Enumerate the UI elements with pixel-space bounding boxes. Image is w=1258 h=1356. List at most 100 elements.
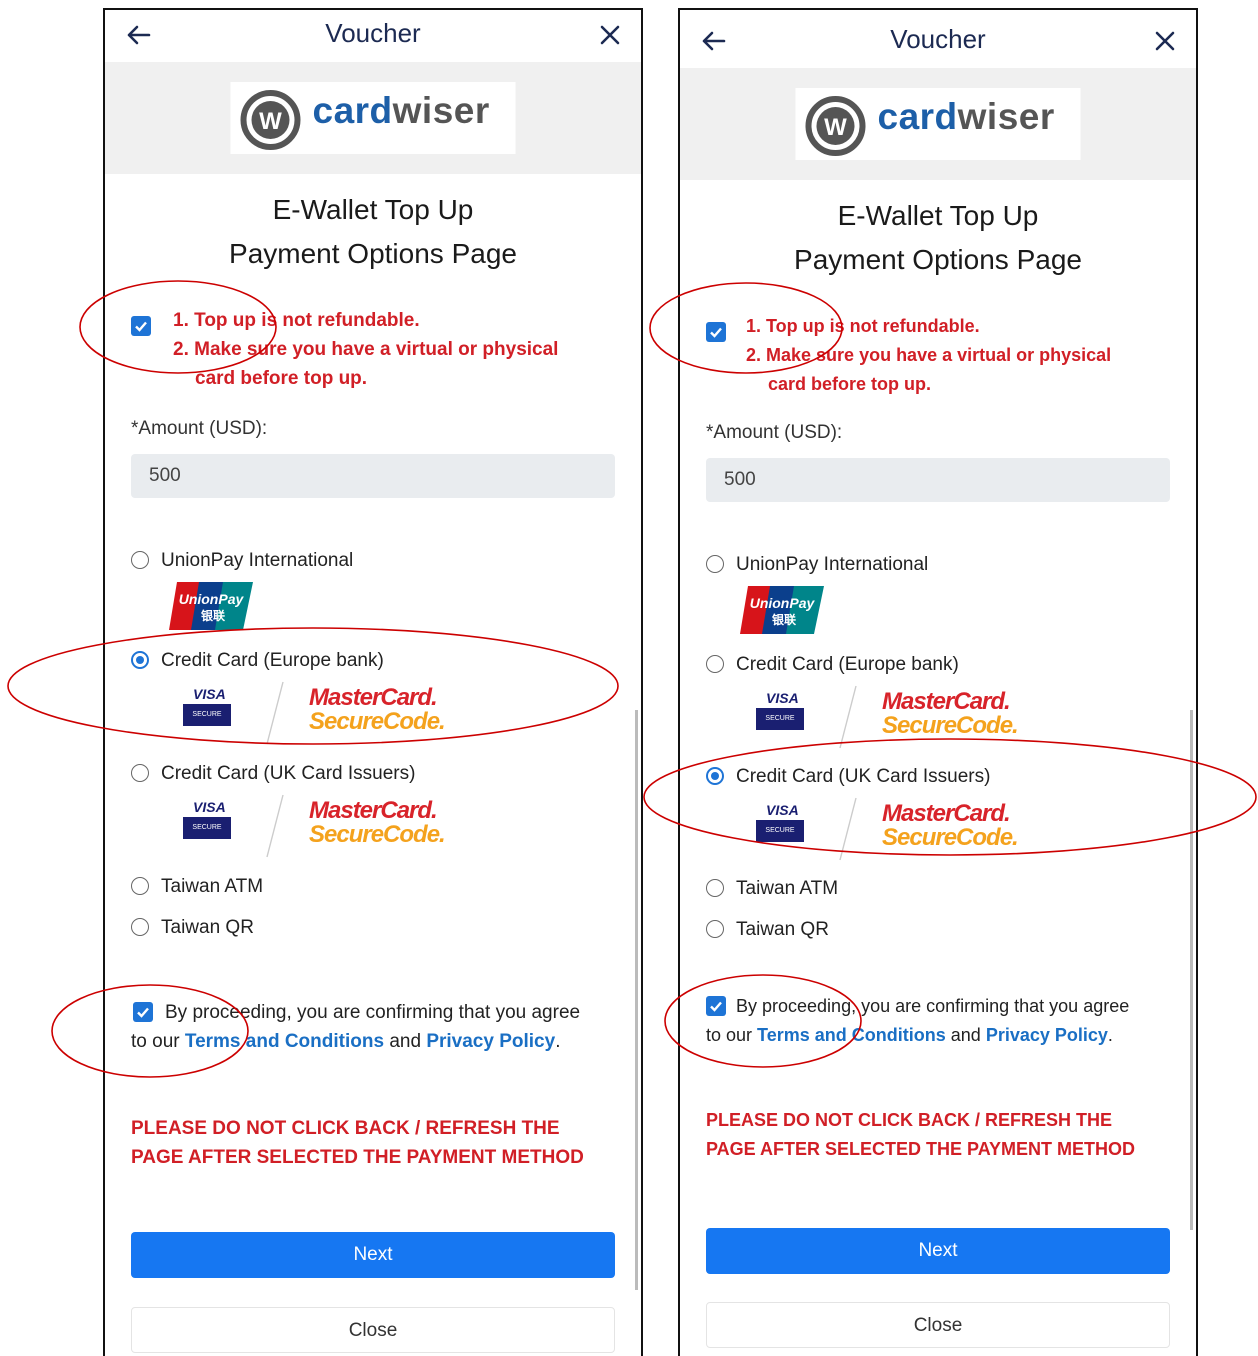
- radio-icon[interactable]: [706, 920, 724, 938]
- card-logos-uk: VISA SECURE MasterCard. SecureCode.: [183, 793, 446, 863]
- radio-icon[interactable]: [706, 879, 724, 897]
- page-title-line1: E-Wallet Top Up: [272, 194, 474, 225]
- privacy-link[interactable]: Privacy Policy: [426, 1031, 555, 1052]
- logo-text-card: card: [877, 96, 958, 137]
- option-unionpay-label: UnionPay International: [736, 554, 929, 575]
- option-credit-uk[interactable]: Credit Card (UK Card Issuers): [131, 763, 415, 785]
- header-title: Voucher: [325, 18, 421, 48]
- checkbox-checked-icon: [135, 321, 147, 332]
- agree-period: .: [1107, 1025, 1113, 1045]
- amount-label: *Amount (USD):: [131, 418, 268, 439]
- option-credit-eu[interactable]: Credit Card (Europe bank): [706, 654, 959, 676]
- option-credit-uk[interactable]: Credit Card (UK Card Issuers): [706, 766, 990, 788]
- visa-logo: VISA: [193, 799, 226, 815]
- amount-label: *Amount (USD):: [706, 422, 843, 443]
- agree-checkbox[interactable]: [706, 996, 726, 1016]
- warning-line1: PLEASE DO NOT CLICK BACK / REFRESH THE: [706, 1110, 1113, 1130]
- agree-checkbox[interactable]: [133, 1002, 153, 1022]
- notice-checkbox[interactable]: [706, 322, 726, 342]
- option-unionpay[interactable]: UnionPay International: [131, 550, 353, 572]
- visa-logo: VISA: [766, 802, 799, 818]
- option-credit-uk-label: Credit Card (UK Card Issuers): [161, 763, 416, 784]
- amount-field[interactable]: 500: [131, 454, 615, 498]
- logo-band: W cardwiser: [105, 62, 641, 174]
- notice-block: 1. Top up is not refundable. 2. Make sur…: [680, 310, 1196, 402]
- radio-icon[interactable]: [706, 655, 724, 673]
- option-unionpay[interactable]: UnionPay International: [706, 554, 928, 576]
- privacy-link[interactable]: Privacy Policy: [986, 1025, 1108, 1045]
- notice-line3: card before top up.: [195, 368, 368, 389]
- option-taiwan-atm-label: Taiwan ATM: [161, 876, 264, 897]
- card-logos-uk: VISA SECURE MasterCard. SecureCode.: [756, 796, 1019, 866]
- radio-selected-icon[interactable]: [131, 651, 149, 669]
- radio-icon[interactable]: [131, 918, 149, 936]
- svg-text:银联: 银联: [772, 612, 796, 627]
- screen-right: Voucher W cardwiser E-Wallet Top Up Paym…: [678, 8, 1198, 1356]
- screen-left: Voucher W cardwiser E-Wallet Top Up Paym…: [103, 8, 643, 1356]
- agree-line2: to our Terms and Conditions and Privacy …: [706, 1021, 1113, 1050]
- cardwiser-emblem-icon: W: [240, 90, 301, 150]
- close-icon[interactable]: [1152, 28, 1178, 54]
- securecode-logo: SecureCode.: [882, 712, 1019, 739]
- option-taiwan-atm[interactable]: Taiwan ATM: [131, 876, 263, 898]
- svg-text:W: W: [824, 114, 847, 141]
- option-taiwan-qr-label: Taiwan QR: [161, 917, 254, 938]
- visa-secure-badge: SECURE: [183, 817, 231, 839]
- divider-slash: [839, 685, 857, 749]
- header-title: Voucher: [890, 24, 986, 54]
- terms-link[interactable]: Terms and Conditions: [757, 1025, 946, 1045]
- visa-secure-badge: SECURE: [756, 708, 804, 730]
- scrollbar[interactable]: [635, 710, 638, 1290]
- amount-field[interactable]: 500: [706, 458, 1170, 502]
- terms-link[interactable]: Terms and Conditions: [185, 1031, 384, 1052]
- agree-and: and: [950, 1025, 981, 1045]
- svg-text:银联: 银联: [201, 608, 225, 623]
- securecode-logo: SecureCode.: [309, 708, 446, 735]
- option-taiwan-atm[interactable]: Taiwan ATM: [706, 878, 838, 900]
- radio-icon[interactable]: [131, 764, 149, 782]
- radio-icon[interactable]: [706, 555, 724, 573]
- agree-line1: By proceeding, you are confirming that y…: [165, 1002, 581, 1023]
- page-title: E-Wallet Top Up Payment Options Page: [105, 188, 641, 276]
- page-title-line2: Payment Options Page: [229, 238, 517, 269]
- warning-line2: PAGE AFTER SELECTED THE PAYMENT METHOD: [131, 1147, 584, 1168]
- agree-period: .: [555, 1031, 561, 1052]
- divider-slash: [266, 681, 284, 745]
- visa-logo: VISA: [766, 690, 799, 706]
- agree-and: and: [389, 1031, 422, 1052]
- divider-slash: [266, 794, 284, 858]
- scrollbar[interactable]: [1190, 710, 1193, 1230]
- close-icon[interactable]: [597, 22, 623, 48]
- agree-line1: By proceeding, you are confirming that y…: [736, 996, 1130, 1016]
- next-button[interactable]: Next: [131, 1232, 615, 1278]
- option-credit-eu[interactable]: Credit Card (Europe bank): [131, 650, 384, 672]
- option-taiwan-atm-label: Taiwan ATM: [736, 878, 839, 899]
- checkbox-checked-icon: [137, 1007, 149, 1018]
- option-credit-uk-label: Credit Card (UK Card Issuers): [736, 766, 991, 787]
- radio-selected-icon[interactable]: [706, 767, 724, 785]
- option-taiwan-qr[interactable]: Taiwan QR: [706, 919, 829, 941]
- logo-band: W cardwiser: [680, 68, 1196, 180]
- header-bar: Voucher: [105, 10, 641, 62]
- visa-secure-badge: SECURE: [756, 820, 804, 842]
- logo-text-card: card: [312, 90, 393, 131]
- option-taiwan-qr[interactable]: Taiwan QR: [131, 917, 254, 939]
- close-button[interactable]: Close: [706, 1302, 1170, 1348]
- warning-line2: PAGE AFTER SELECTED THE PAYMENT METHOD: [706, 1139, 1136, 1159]
- page-title-line1: E-Wallet Top Up: [837, 200, 1039, 231]
- agree-prefix: to our: [131, 1031, 180, 1052]
- unionpay-logo: UnionPay 银联: [740, 586, 824, 634]
- radio-icon[interactable]: [131, 877, 149, 895]
- warning-line1: PLEASE DO NOT CLICK BACK / REFRESH THE: [131, 1118, 560, 1139]
- securecode-logo: SecureCode.: [309, 821, 446, 848]
- next-button[interactable]: Next: [706, 1228, 1170, 1274]
- divider-slash: [839, 797, 857, 861]
- svg-text:UnionPay: UnionPay: [750, 595, 816, 611]
- option-unionpay-label: UnionPay International: [161, 550, 354, 571]
- notice-checkbox[interactable]: [131, 316, 151, 336]
- close-button[interactable]: Close: [131, 1307, 615, 1353]
- radio-icon[interactable]: [131, 551, 149, 569]
- notice-line1: 1. Top up is not refundable.: [746, 316, 980, 336]
- page-title: E-Wallet Top Up Payment Options Page: [680, 194, 1196, 282]
- notice-line2: 2. Make sure you have a virtual or physi…: [746, 345, 1112, 365]
